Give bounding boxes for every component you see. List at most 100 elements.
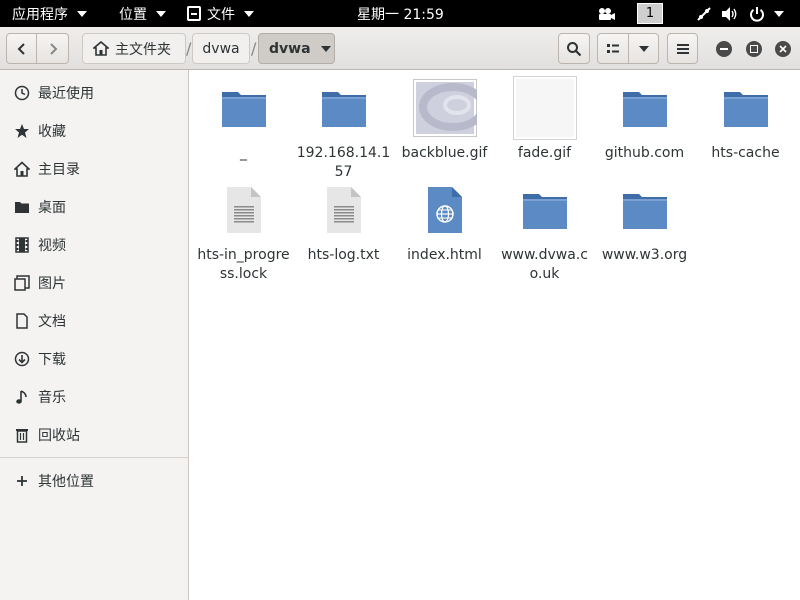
files-app-menu[interactable]: 文件 (187, 0, 254, 27)
chevron-down-icon (244, 10, 254, 17)
chevron-right-icon (49, 42, 57, 55)
search-button[interactable] (558, 33, 590, 64)
music-icon (14, 389, 30, 405)
menu-button[interactable] (667, 33, 698, 64)
file-item-folder[interactable]: www.dvwa.co.uk (494, 178, 595, 284)
sidebar-item-pictures[interactable]: 图片 (0, 266, 188, 300)
folder-icon (714, 76, 778, 140)
power-icon (750, 6, 764, 22)
file-item-text[interactable]: hts-in_progress.lock (193, 178, 294, 284)
text-file-icon (212, 178, 276, 242)
sidebar-item-desktop[interactable]: 桌面 (0, 190, 188, 224)
sidebar-item-recent[interactable]: 最近使用 (0, 76, 188, 110)
sidebar-item-music[interactable]: 音乐 (0, 380, 188, 414)
breadcrumb-separator: / (251, 39, 257, 58)
sidebar-item-label: 下载 (38, 352, 66, 368)
file-name: hts-log.txt (307, 247, 380, 263)
download-icon (14, 351, 30, 367)
home-icon (93, 41, 109, 56)
file-item-folder[interactable]: 192.168.14.157 (293, 76, 394, 182)
folder-icon (212, 76, 276, 140)
home-icon (14, 161, 30, 177)
breadcrumb-home[interactable]: 主文件夹 (82, 33, 186, 64)
sidebar-item-label: 桌面 (38, 200, 66, 216)
file-grid: _ 192.168.14.157 backblue.gif fade.gif g… (189, 70, 800, 600)
file-name: _ (240, 145, 247, 161)
sidebar-item-label: 图片 (38, 276, 66, 292)
clock[interactable]: 星期一 21:59 (357, 0, 444, 27)
text-file-icon (312, 178, 376, 242)
file-name: www.w3.org (601, 247, 688, 263)
chevron-left-icon (17, 42, 25, 55)
folder-icon (312, 76, 376, 140)
file-item-folder[interactable]: github.com (594, 76, 695, 163)
minimize-icon (720, 48, 728, 50)
back-button[interactable] (6, 33, 37, 64)
chevron-down-icon (638, 45, 649, 52)
file-item-text[interactable]: hts-log.txt (293, 178, 394, 265)
minimize-button[interactable] (716, 41, 732, 57)
sidebar-item-home[interactable]: 主目录 (0, 152, 188, 186)
sidebar-item-videos[interactable]: 视频 (0, 228, 188, 262)
sidebar-item-other-locations[interactable]: 其他位置 (0, 464, 188, 498)
sidebar-item-starred[interactable]: 收藏 (0, 114, 188, 148)
view-options-button[interactable] (629, 33, 659, 64)
search-icon (567, 41, 582, 56)
forward-button[interactable] (37, 33, 69, 64)
chevron-down-icon (156, 10, 166, 17)
places-menu-label: 位置 (119, 6, 147, 23)
close-button[interactable] (775, 41, 791, 57)
breadcrumb-current-label: dvwa (269, 40, 311, 57)
network-icon[interactable] (696, 0, 712, 27)
applications-menu[interactable]: 应用程序 (12, 0, 87, 27)
image-thumbnail-icon (512, 76, 577, 140)
breadcrumb-home-label: 主文件夹 (115, 41, 171, 58)
file-item-folder[interactable]: _ (193, 76, 294, 163)
maximize-button[interactable] (746, 41, 762, 57)
file-name: index.html (407, 247, 482, 263)
applications-menu-label: 应用程序 (12, 6, 68, 23)
camera-icon[interactable] (597, 0, 615, 27)
file-name: hts-in_progress.lock (197, 247, 290, 282)
sidebar-item-label: 最近使用 (38, 86, 94, 102)
image-thumbnail-icon (412, 76, 477, 140)
folder-icon (613, 76, 677, 140)
file-item-image[interactable]: backblue.gif (394, 76, 495, 163)
maximize-icon (750, 45, 758, 53)
clock-icon (14, 85, 30, 101)
sidebar-item-label: 回收站 (38, 428, 80, 444)
workspace-indicator[interactable]: 1 (637, 3, 663, 24)
sidebar-item-documents[interactable]: 文档 (0, 304, 188, 338)
sidebar-item-trash[interactable]: 回收站 (0, 418, 188, 452)
html-file-icon (413, 178, 477, 242)
files-app-icon (187, 6, 201, 21)
places-menu[interactable]: 位置 (119, 0, 166, 27)
sidebar-item-label: 音乐 (38, 390, 66, 406)
top-panel: 应用程序 位置 文件 星期一 21:59 1 (0, 0, 800, 27)
sidebar-item-label: 视频 (38, 238, 66, 254)
list-view-icon (607, 43, 619, 53)
file-name: github.com (604, 145, 685, 161)
file-name: fade.gif (517, 145, 572, 161)
header-bar: 主文件夹 / dvwa / dvwa (0, 27, 800, 70)
file-item-folder[interactable]: www.w3.org (594, 178, 695, 265)
files-app-label: 文件 (207, 6, 235, 23)
breadcrumb-current[interactable]: dvwa (258, 33, 335, 64)
volume-icon[interactable] (721, 0, 739, 27)
file-name: www.dvwa.co.uk (501, 247, 588, 282)
star-icon (14, 123, 30, 139)
clock-label: 星期一 21:59 (357, 6, 444, 23)
chevron-down-icon (774, 10, 784, 17)
sidebar-item-downloads[interactable]: 下载 (0, 342, 188, 376)
power-menu[interactable] (749, 0, 784, 27)
file-item-image[interactable]: fade.gif (494, 76, 595, 163)
file-item-html[interactable]: index.html (394, 178, 495, 265)
sidebar-divider (0, 457, 188, 458)
sidebar-item-label: 主目录 (38, 162, 80, 178)
sidebar-item-label: 文档 (38, 314, 66, 330)
list-view-button[interactable] (597, 33, 629, 64)
plus-icon (14, 473, 30, 489)
file-item-folder[interactable]: hts-cache (695, 76, 796, 163)
breadcrumb-parent[interactable]: dvwa (192, 33, 250, 64)
file-name: 192.168.14.157 (296, 145, 391, 180)
